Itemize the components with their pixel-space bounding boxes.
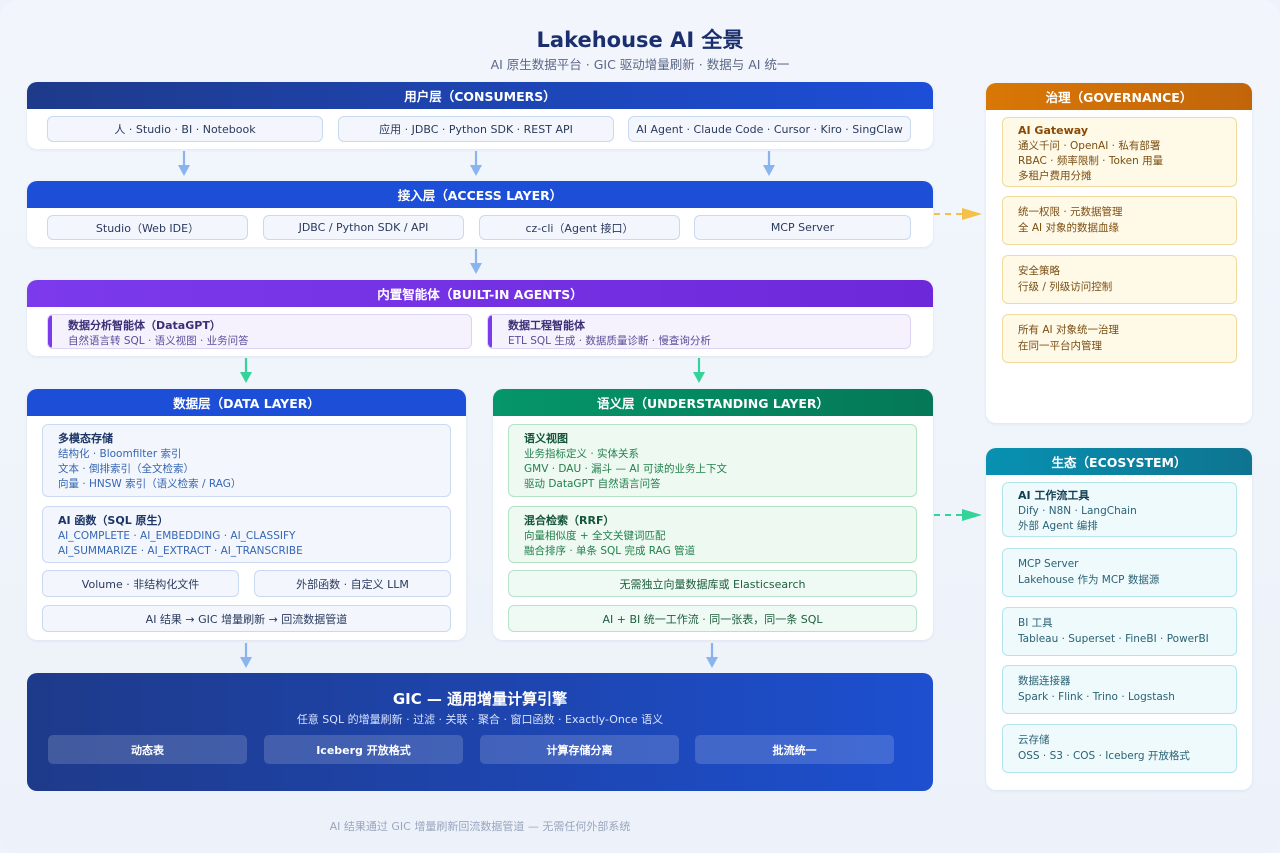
gic-chip-iceberg: Iceberg 开放格式 bbox=[264, 735, 463, 764]
unified-governance-line: 所有 AI 对象统一治理 bbox=[1018, 324, 1119, 336]
permissions-card: 统一权限 · 元数据管理 全 AI 对象的数据血缘 bbox=[1002, 196, 1237, 245]
hybrid-line: 向量相似度 + 全文关键词匹配 bbox=[524, 530, 666, 542]
gateway-line: 多租户费用分摊 bbox=[1018, 170, 1092, 182]
connectors-card: 数据连接器 Spark · Flink · Trino · Logstash bbox=[1002, 665, 1237, 714]
bi-tools-card: BI 工具 Tableau · Superset · FineBI · Powe… bbox=[1002, 607, 1237, 656]
volume-chip: Volume · 非结构化文件 bbox=[42, 570, 239, 597]
connector-line: 数据连接器 bbox=[1018, 675, 1071, 687]
unified-governance-card: 所有 AI 对象统一治理 在同一平台内管理 bbox=[1002, 314, 1237, 363]
agent-card-datagpt: 数据分析智能体（DataGPT） 自然语言转 SQL · 语义视图 · 业务问答 bbox=[47, 314, 472, 349]
connector-line: Spark · Flink · Trino · Logstash bbox=[1018, 691, 1175, 703]
no-vector-db-chip: 无需独立向量数据库或 Elasticsearch bbox=[508, 570, 917, 597]
access-chip-studio: Studio（Web IDE） bbox=[47, 215, 248, 240]
access-chip-jdbc: JDBC / Python SDK / API bbox=[263, 215, 464, 240]
gic-chip-batch-stream: 批流统一 bbox=[695, 735, 894, 764]
storage-title: 多模态存储 bbox=[58, 432, 113, 445]
access-chip-cli: cz-cli（Agent 接口） bbox=[479, 215, 680, 240]
footer-note: AI 结果通过 GIC 增量刷新回流数据管道 — 无需任何外部系统 bbox=[329, 820, 631, 833]
functions-title: AI 函数（SQL 原生） bbox=[58, 514, 169, 527]
storage-line: OSS · S3 · COS · Iceberg 开放格式 bbox=[1018, 750, 1190, 762]
gic-chip-dynamic-table: 动态表 bbox=[48, 735, 247, 764]
data-layer-panel: 数据层（DATA LAYER） 多模态存储 结构化 · Bloomfilter … bbox=[27, 389, 466, 640]
data-layer-header: 数据层（DATA LAYER） bbox=[27, 389, 466, 416]
gic-title: GIC — 通用增量计算引擎 bbox=[392, 690, 568, 708]
mcp-line: MCP Server bbox=[1018, 558, 1079, 570]
semantic-line: GMV · DAU · 漏斗 — AI 可读的业务上下文 bbox=[524, 463, 727, 475]
permissions-line: 统一权限 · 元数据管理 bbox=[1018, 206, 1123, 218]
semantic-view-card: 语义视图 业务指标定义 · 实体关系 GMV · DAU · 漏斗 — AI 可… bbox=[508, 424, 917, 497]
agents-header: 内置智能体（BUILT-IN AGENTS） bbox=[27, 280, 933, 307]
security-line: 行级 / 列级访问控制 bbox=[1018, 281, 1113, 293]
access-header: 接入层（ACCESS LAYER） bbox=[27, 181, 933, 208]
understanding-layer-header: 语义层（UNDERSTANDING LAYER） bbox=[493, 389, 933, 416]
ai-workflow-card: AI 工作流工具 Dify · N8N · LangChain 外部 Agent… bbox=[1002, 482, 1237, 537]
workflow-title: AI 工作流工具 bbox=[1018, 489, 1090, 502]
workflow-line: 外部 Agent 编排 bbox=[1018, 520, 1098, 532]
hybrid-search-card: 混合检索（RRF） 向量相似度 + 全文关键词匹配 融合排序 · 单条 SQL … bbox=[508, 506, 917, 563]
security-policy-card: 安全策略 行级 / 列级访问控制 bbox=[1002, 255, 1237, 304]
semantic-line: 业务指标定义 · 实体关系 bbox=[524, 448, 640, 460]
agents-panel: 内置智能体（BUILT-IN AGENTS） 数据分析智能体（DataGPT） … bbox=[27, 280, 933, 356]
accent-bar bbox=[488, 315, 492, 348]
ecosystem-panel: 生态（ECOSYSTEM） AI 工作流工具 Dify · N8N · Lang… bbox=[986, 448, 1252, 790]
cloud-storage-card: 云存储 OSS · S3 · COS · Iceberg 开放格式 bbox=[1002, 724, 1237, 773]
storage-line: 文本 · 倒排索引（全文检索） bbox=[58, 463, 195, 475]
ai-gateway-card: AI Gateway 通义千问 · OpenAI · 私有部署 RBAC · 频… bbox=[1002, 117, 1237, 187]
access-chip-mcp: MCP Server bbox=[694, 215, 911, 240]
agent-title: 数据工程智能体 bbox=[508, 319, 585, 332]
bi-line: Tableau · Superset · FineBI · PowerBI bbox=[1018, 633, 1209, 645]
mcp-server-card: MCP Server Lakehouse 作为 MCP 数据源 bbox=[1002, 548, 1237, 597]
storage-line: 向量 · HNSW 索引（语义检索 / RAG） bbox=[58, 478, 242, 490]
page-title: Lakehouse AI 全景 bbox=[536, 28, 744, 52]
consumer-chip-agents: AI Agent · Claude Code · Cursor · Kiro ·… bbox=[628, 116, 911, 142]
ai-functions-card: AI 函数（SQL 原生） AI_COMPLETE · AI_EMBEDDING… bbox=[42, 506, 451, 563]
consumer-chip-people: 人 · Studio · BI · Notebook bbox=[47, 116, 323, 142]
governance-panel: 治理（GOVERNANCE） AI Gateway 通义千问 · OpenAI … bbox=[986, 83, 1252, 423]
ecosystem-header: 生态（ECOSYSTEM） bbox=[986, 448, 1252, 475]
gateway-title: AI Gateway bbox=[1018, 124, 1089, 137]
functions-line: AI_SUMMARIZE · AI_EXTRACT · AI_TRANSCRIB… bbox=[58, 545, 303, 557]
mcp-line: Lakehouse 作为 MCP 数据源 bbox=[1018, 574, 1160, 586]
unified-workflow-chip: AI + BI 统一工作流 · 同一张表，同一条 SQL bbox=[508, 605, 917, 632]
semantic-title: 语义视图 bbox=[524, 432, 568, 445]
agent-card-engineering: 数据工程智能体 ETL SQL 生成 · 数据质量诊断 · 慢查询分析 bbox=[487, 314, 911, 349]
governance-header: 治理（GOVERNANCE） bbox=[986, 83, 1252, 110]
storage-card: 多模态存储 结构化 · Bloomfilter 索引 文本 · 倒排索引（全文检… bbox=[42, 424, 451, 497]
hybrid-title: 混合检索（RRF） bbox=[524, 514, 615, 527]
gic-engine-panel: GIC — 通用增量计算引擎 任意 SQL 的增量刷新 · 过滤 · 关联 · … bbox=[27, 673, 933, 791]
storage-line: 云存储 bbox=[1018, 734, 1050, 746]
gic-chip-separation: 计算存储分离 bbox=[480, 735, 679, 764]
semantic-line: 驱动 DataGPT 自然语言问答 bbox=[524, 478, 661, 490]
gic-subtitle: 任意 SQL 的增量刷新 · 过滤 · 关联 · 聚合 · 窗口函数 · Exa… bbox=[296, 713, 664, 726]
agent-title: 数据分析智能体（DataGPT） bbox=[68, 319, 221, 332]
hybrid-line: 融合排序 · 单条 SQL 完成 RAG 管道 bbox=[524, 545, 696, 557]
accent-bar bbox=[48, 315, 52, 348]
bi-line: BI 工具 bbox=[1018, 617, 1053, 629]
workflow-line: Dify · N8N · LangChain bbox=[1018, 505, 1137, 517]
external-function-chip: 外部函数 · 自定义 LLM bbox=[254, 570, 451, 597]
functions-line: AI_COMPLETE · AI_EMBEDDING · AI_CLASSIFY bbox=[58, 530, 296, 542]
gateway-line: 通义千问 · OpenAI · 私有部署 bbox=[1018, 140, 1161, 152]
consumer-chip-apps: 应用 · JDBC · Python SDK · REST API bbox=[338, 116, 614, 142]
understanding-layer-panel: 语义层（UNDERSTANDING LAYER） 语义视图 业务指标定义 · 实… bbox=[493, 389, 933, 640]
agent-desc: 自然语言转 SQL · 语义视图 · 业务问答 bbox=[68, 335, 249, 347]
agent-desc: ETL SQL 生成 · 数据质量诊断 · 慢查询分析 bbox=[508, 335, 711, 347]
consumers-header: 用户层（CONSUMERS） bbox=[27, 82, 933, 109]
access-panel: 接入层（ACCESS LAYER） Studio（Web IDE） JDBC /… bbox=[27, 181, 933, 247]
storage-line: 结构化 · Bloomfilter 索引 bbox=[58, 448, 182, 460]
pipeline-chip: AI 结果 → GIC 增量刷新 → 回流数据管道 bbox=[42, 605, 451, 632]
page-subtitle: AI 原生数据平台 · GIC 驱动增量刷新 · 数据与 AI 统一 bbox=[490, 57, 790, 72]
unified-governance-line: 在同一平台内管理 bbox=[1018, 340, 1102, 352]
consumers-panel: 用户层（CONSUMERS） 人 · Studio · BI · Noteboo… bbox=[27, 82, 933, 149]
gateway-line: RBAC · 频率限制 · Token 用量 bbox=[1018, 155, 1164, 167]
security-line: 安全策略 bbox=[1018, 265, 1060, 277]
permissions-line: 全 AI 对象的数据血缘 bbox=[1018, 222, 1119, 234]
